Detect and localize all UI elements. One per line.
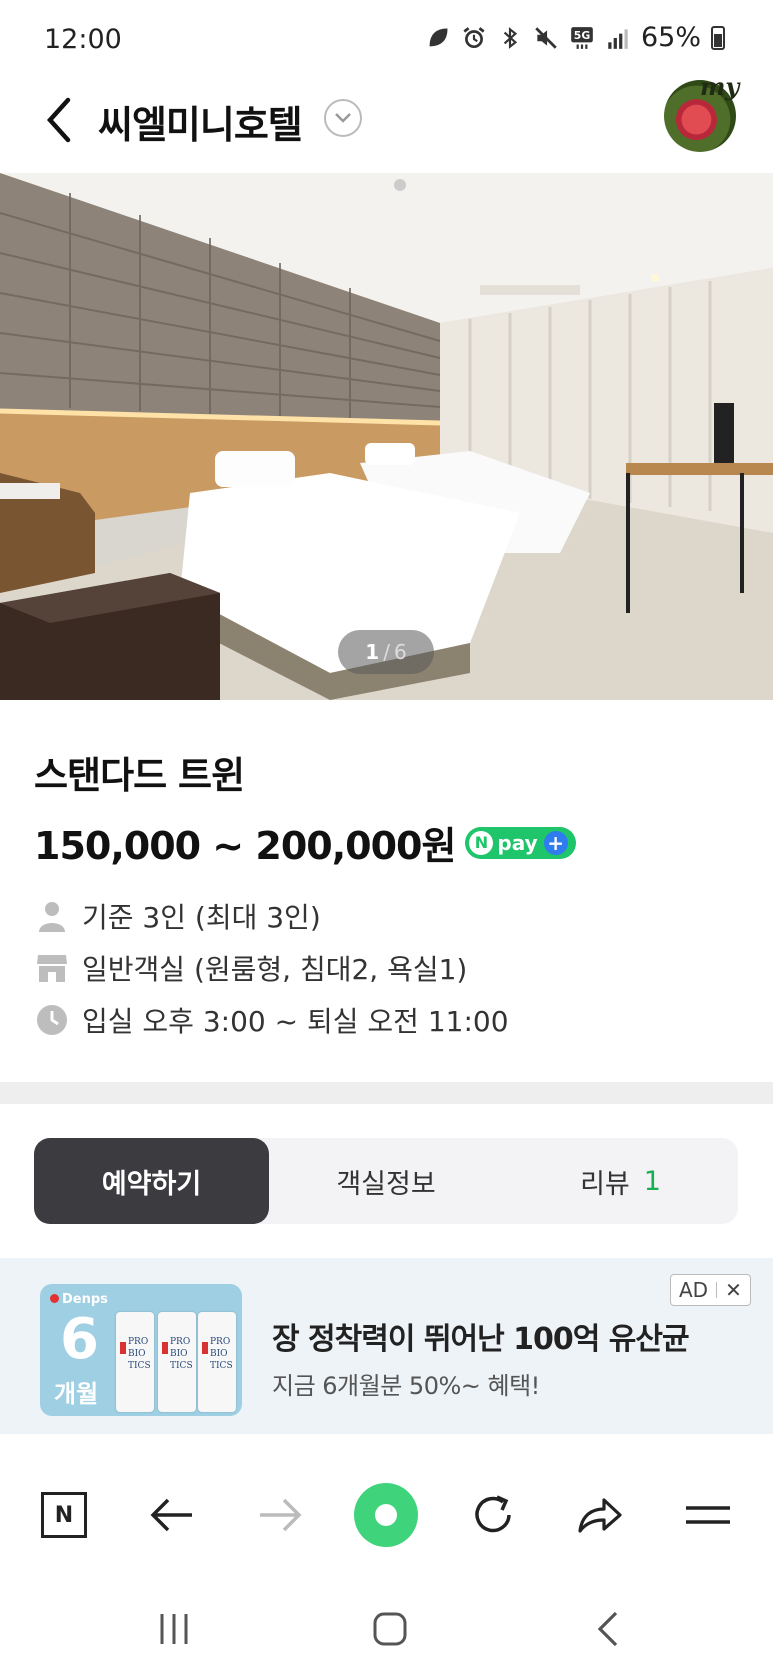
- room-type-text: 일반객실 (원룸형, 침대2, 욕실1): [82, 953, 468, 986]
- tab-reviews-label: 리뷰: [580, 1168, 630, 1200]
- photo-current-index: 1: [365, 640, 380, 664]
- green-dot-icon: [354, 1483, 418, 1547]
- photo-counter: 1 / 6: [338, 630, 434, 674]
- leaf-icon: [429, 28, 448, 46]
- svg-text:5G: 5G: [574, 29, 591, 42]
- alarm-icon: [463, 26, 485, 48]
- page-title[interactable]: 씨엘미니호텔: [98, 94, 303, 149]
- forward-arrow-icon: [260, 1498, 302, 1532]
- review-count: 1: [643, 1165, 661, 1197]
- capacity-text: 기준 3인 (최대 3인): [82, 901, 321, 934]
- green-dot-button[interactable]: [351, 1480, 421, 1550]
- network-5g-icon: 5G: [571, 26, 593, 49]
- store-icon: [34, 950, 70, 986]
- browser-back-button[interactable]: [137, 1480, 207, 1550]
- ad-product-image: Denps 6 개월: [40, 1284, 242, 1416]
- share-button[interactable]: [565, 1480, 635, 1550]
- system-back-button[interactable]: [578, 1599, 638, 1659]
- price-row: 150,000 ~ 200,000원 N pay +: [34, 815, 576, 870]
- app-header: 씨엘미니호텔 my: [0, 72, 773, 170]
- refresh-icon: [475, 1495, 511, 1533]
- naver-home-button[interactable]: N: [29, 1480, 99, 1550]
- mute-icon: [535, 26, 557, 49]
- photo-counter-separator: /: [383, 640, 390, 664]
- ad-banner[interactable]: Denps 6 개월 장 정착력이 뛰어난 100억 유산균 지금 6개월분 5…: [0, 1258, 773, 1434]
- ad-tag-divider: [716, 1282, 718, 1298]
- battery-percent: 65%: [640, 22, 701, 53]
- battery-icon: [711, 25, 725, 50]
- chevron-left-icon: [46, 97, 71, 143]
- recent-apps-icon: [160, 1614, 188, 1644]
- status-bar: 12:00 5G 65%: [0, 0, 773, 80]
- product-bottle: [116, 1312, 154, 1412]
- ad-subline: 지금 6개월분 50%~ 혜택!: [272, 1372, 540, 1400]
- menu-icon: [686, 1506, 730, 1524]
- home-icon: [373, 1612, 407, 1646]
- chevron-down-icon: [335, 113, 351, 123]
- ad-brand-logo: Denps: [50, 1292, 108, 1307]
- naver-home-icon: N: [41, 1492, 87, 1538]
- clock-icon: [34, 1002, 70, 1038]
- ad-tag[interactable]: AD ✕: [670, 1274, 751, 1306]
- status-icons: 5G 65%: [425, 22, 725, 53]
- room-photo: [0, 173, 773, 700]
- tab-room-info[interactable]: 객실정보: [269, 1138, 503, 1224]
- ad-image-number: 6: [60, 1307, 99, 1372]
- tab-reserve[interactable]: 예약하기: [34, 1138, 269, 1224]
- bluetooth-icon: [503, 26, 518, 49]
- product-bottle: [158, 1312, 196, 1412]
- menu-button[interactable]: [673, 1480, 743, 1550]
- my-label: my: [700, 72, 740, 101]
- status-time: 12:00: [44, 24, 122, 55]
- signal-icon: [608, 28, 628, 49]
- browser-forward-button[interactable]: [245, 1480, 315, 1550]
- room-photo-gallery[interactable]: 1 / 6: [0, 173, 773, 700]
- system-back-icon: [597, 1611, 618, 1647]
- npay-n-icon: N: [469, 830, 494, 855]
- npay-label: pay: [497, 830, 538, 855]
- product-bottle: [198, 1312, 236, 1412]
- back-arrow-icon: [150, 1498, 192, 1532]
- ad-label: AD: [679, 1278, 709, 1302]
- check-times-text: 입실 오후 3:00 ~ 퇴실 오전 11:00: [82, 1005, 509, 1038]
- ad-image-months: 개월: [54, 1380, 99, 1408]
- back-button[interactable]: [30, 90, 90, 150]
- home-button[interactable]: [360, 1599, 420, 1659]
- person-icon: [34, 898, 70, 934]
- room-tabs: 예약하기 객실정보 리뷰 1: [34, 1138, 738, 1224]
- photo-total-count: 6: [393, 640, 407, 664]
- npay-badge: N pay +: [465, 826, 576, 859]
- capacity-row: 기준 3인 (최대 3인): [34, 896, 321, 936]
- tab-reviews[interactable]: 리뷰 1: [503, 1138, 738, 1224]
- browser-toolbar: N: [0, 1462, 773, 1572]
- title-dropdown-button[interactable]: [324, 99, 362, 137]
- ad-close-icon[interactable]: ✕: [725, 1278, 742, 1302]
- room-price: 150,000 ~ 200,000원: [34, 824, 456, 868]
- room-name: 스탠다드 트윈: [34, 754, 245, 797]
- share-icon: [578, 1498, 622, 1533]
- recent-apps-button[interactable]: [144, 1599, 204, 1659]
- android-navigation-bar: [0, 1585, 773, 1675]
- npay-plus-icon: +: [543, 830, 568, 855]
- room-type-row: 일반객실 (원룸형, 침대2, 욕실1): [34, 948, 467, 988]
- refresh-button[interactable]: [458, 1480, 528, 1550]
- check-times-row: 입실 오후 3:00 ~ 퇴실 오전 11:00: [34, 1000, 509, 1040]
- section-divider: [0, 1082, 773, 1104]
- ad-headline: 장 정착력이 뛰어난 100억 유산균: [272, 1322, 690, 1357]
